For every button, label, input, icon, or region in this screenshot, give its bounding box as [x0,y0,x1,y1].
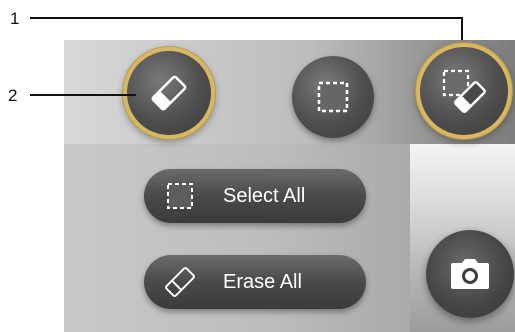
callout-line-2 [30,94,136,96]
eraser-tool-button[interactable] [123,47,215,139]
select-erase-tool-button[interactable] [416,43,512,139]
select-eraser-icon [442,69,486,113]
camera-button[interactable] [426,230,514,318]
select-all-button[interactable]: Select All [144,169,366,223]
callout-line-1-horizontal [30,17,462,19]
camera-icon [451,259,489,289]
callout-number-1: 1 [10,9,20,28]
dashed-square-select-icon [317,81,349,113]
select-all-label: Select All [223,185,306,207]
erase-all-button[interactable]: Erase All [144,255,366,309]
eraser-icon [151,75,187,111]
dashed-square-icon [162,180,198,212]
erase-all-label: Erase All [223,271,302,293]
drawing-tools-panel: Select All Erase All [64,40,515,332]
eraser-outline-icon [162,266,198,298]
select-tool-button[interactable] [292,56,374,138]
callout-number-2: 2 [8,86,18,105]
